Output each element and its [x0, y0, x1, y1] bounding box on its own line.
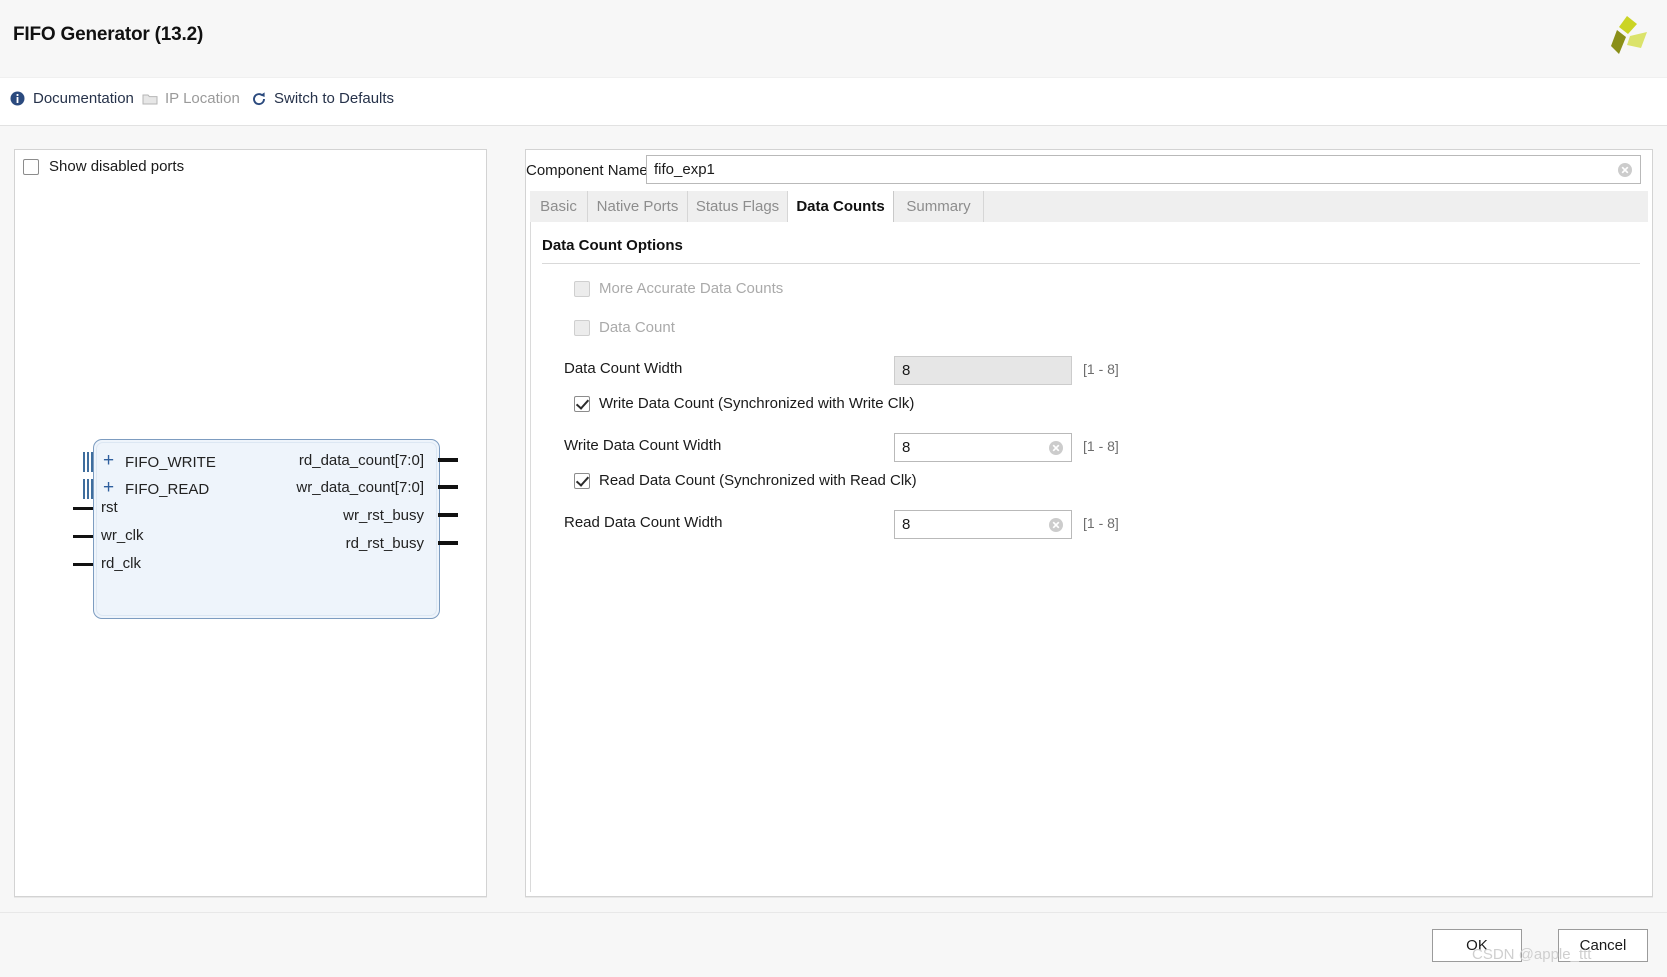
write-data-count-width-range: [1 - 8] [1083, 438, 1119, 454]
data-count-width-value: 8 [902, 362, 911, 379]
ok-button[interactable]: OK [1432, 929, 1522, 962]
documentation-label: Documentation [33, 90, 134, 107]
page-title: FIFO Generator (13.2) [13, 24, 204, 45]
clear-circle-icon[interactable] [1048, 517, 1064, 533]
write-data-count-checkbox[interactable] [574, 395, 590, 412]
port-fifo-write: FIFO_WRITE [125, 454, 216, 471]
port-rst: rst [101, 499, 118, 516]
section-title: Data Count Options [542, 237, 683, 254]
switch-to-defaults-label: Switch to Defaults [274, 90, 395, 107]
data-count-toggle[interactable]: Data Count [574, 319, 675, 336]
toolbar: Documentation IP Location Switch to Defa… [0, 78, 1667, 126]
ip-location-link[interactable]: IP Location [141, 90, 240, 107]
row-data-count: Data Count [531, 319, 1649, 349]
data-count-checkbox[interactable] [574, 319, 590, 336]
component-name-input[interactable]: fifo_exp1 [646, 155, 1641, 184]
data-count-width-range: [1 - 8] [1083, 361, 1119, 377]
section-divider [542, 263, 1640, 264]
switch-to-defaults-link[interactable]: Switch to Defaults [250, 90, 394, 107]
show-disabled-ports-row[interactable]: Show disabled ports [23, 158, 184, 175]
row-more-accurate-data-counts: More Accurate Data Counts [531, 280, 1649, 310]
port-rd-rst-busy: rd_rst_busy [345, 535, 424, 552]
read-data-count-width-range: [1 - 8] [1083, 515, 1119, 531]
write-data-count-width-label: Write Data Count Width [564, 437, 722, 454]
options-panel: Component Name fifo_exp1 Basic Native Po… [525, 149, 1653, 897]
data-count-width-label: Data Count Width [564, 360, 683, 377]
tab-status-flags[interactable]: Status Flags [688, 191, 788, 222]
read-data-count-toggle[interactable]: Read Data Count (Synchronized with Read … [574, 472, 917, 489]
pin-stub [73, 507, 93, 510]
pin-stub [438, 458, 458, 462]
expand-plus-icon[interactable]: + [103, 451, 114, 470]
read-data-count-checkbox[interactable] [574, 472, 590, 489]
footer-divider [0, 912, 1667, 913]
info-icon [9, 90, 26, 107]
ip-location-label: IP Location [165, 90, 240, 107]
component-name-value: fifo_exp1 [654, 161, 715, 178]
component-name-label: Component Name [526, 162, 648, 179]
port-fifo-read: FIFO_READ [125, 481, 210, 498]
write-data-count-toggle[interactable]: Write Data Count (Synchronized with Writ… [574, 395, 914, 412]
cancel-button[interactable]: Cancel [1558, 929, 1648, 962]
tab-native-ports[interactable]: Native Ports [588, 191, 688, 222]
data-count-label: Data Count [599, 319, 675, 336]
documentation-link[interactable]: Documentation [9, 90, 134, 107]
folder-icon [141, 90, 158, 107]
component-name-row: Component Name fifo_exp1 [523, 155, 1651, 187]
expand-plus-icon[interactable]: + [103, 478, 114, 497]
row-read-data-count-width: Read Data Count Width 8 [1 - 8] [531, 510, 1649, 540]
show-disabled-ports-label: Show disabled ports [49, 158, 185, 175]
port-rd-data-count: rd_data_count[7:0] [298, 452, 424, 469]
symbol-panel: Show disabled ports + FIFO_WRITE + FIFO_… [14, 149, 487, 897]
show-disabled-ports-checkbox[interactable] [23, 158, 39, 175]
row-read-data-count: Read Data Count (Synchronized with Read … [531, 472, 1649, 502]
read-data-count-width-value: 8 [902, 516, 911, 533]
write-data-count-width-value: 8 [902, 439, 911, 456]
fifo-generator-dialog: FIFO Generator (13.2) Documentation IP L… [0, 0, 1667, 977]
row-write-data-count-width: Write Data Count Width 8 [1 - 8] [531, 433, 1649, 463]
more-accurate-data-counts-toggle[interactable]: More Accurate Data Counts [574, 280, 783, 297]
tab-basic[interactable]: Basic [530, 191, 588, 222]
tab-summary[interactable]: Summary [894, 191, 984, 222]
xilinx-logo [1597, 10, 1649, 60]
pin-stub [438, 513, 458, 517]
data-counts-tab-panel: Data Count Options More Accurate Data Co… [530, 222, 1648, 892]
tab-data-counts[interactable]: Data Counts [788, 191, 894, 223]
data-count-width-input: 8 [894, 356, 1072, 385]
read-data-count-label: Read Data Count (Synchronized with Read … [599, 472, 917, 489]
write-data-count-label: Write Data Count (Synchronized with Writ… [599, 395, 915, 412]
pin-stub [438, 541, 458, 545]
clear-circle-icon[interactable] [1048, 440, 1064, 456]
tab-strip: Basic Native Ports Status Flags Data Cou… [530, 191, 1648, 223]
pin-stub [73, 563, 93, 566]
read-data-count-width-input[interactable]: 8 [894, 510, 1072, 539]
port-wr-rst-busy: wr_rst_busy [343, 507, 424, 524]
port-wr-clk: wr_clk [101, 527, 144, 544]
row-write-data-count: Write Data Count (Synchronized with Writ… [531, 395, 1649, 425]
port-rd-clk: rd_clk [101, 555, 142, 572]
refresh-icon [250, 90, 267, 107]
pin-stub [438, 485, 458, 489]
clear-circle-icon[interactable] [1617, 162, 1633, 178]
bus-icon [83, 479, 93, 499]
pin-stub [73, 535, 93, 538]
more-accurate-data-counts-checkbox[interactable] [574, 280, 590, 297]
title-bar: FIFO Generator (13.2) [0, 0, 1667, 78]
port-wr-data-count: wr_data_count[7:0] [296, 479, 424, 496]
row-data-count-width: Data Count Width 8 [1 - 8] [531, 356, 1649, 386]
write-data-count-width-input[interactable]: 8 [894, 433, 1072, 462]
bus-icon [83, 452, 93, 472]
read-data-count-width-label: Read Data Count Width [564, 514, 723, 531]
more-accurate-data-counts-label: More Accurate Data Counts [599, 280, 784, 297]
fifo-symbol-diagram: + FIFO_WRITE + FIFO_READ rst wr_clk rd_c… [61, 415, 461, 619]
